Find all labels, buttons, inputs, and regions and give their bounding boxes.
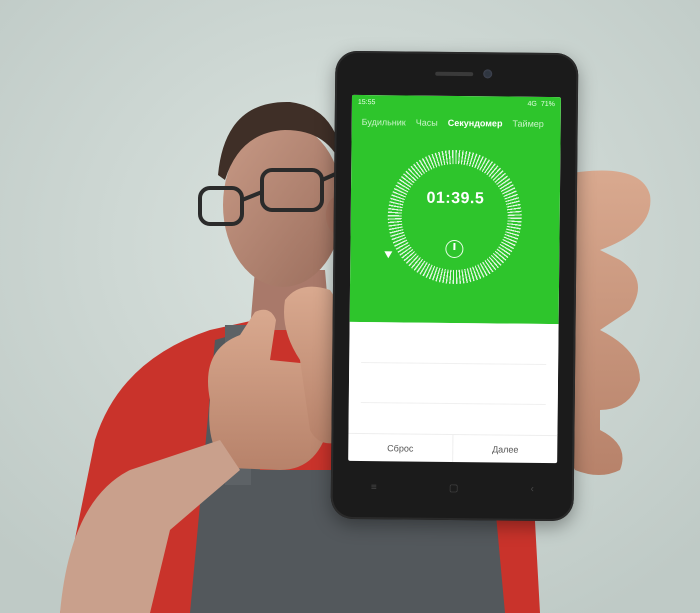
tab-timer[interactable]: Таймер xyxy=(512,119,543,129)
reset-button[interactable]: Сброс xyxy=(348,434,452,463)
sub-dial-icon xyxy=(445,239,464,259)
menu-icon[interactable]: ≡ xyxy=(371,482,377,493)
smartphone: 15:55 4G 71% Будильник Часы Секундомер Т… xyxy=(330,50,579,522)
battery-label: 71% xyxy=(540,100,555,108)
stopwatch-panel: 15:55 4G 71% Будильник Часы Секундомер Т… xyxy=(349,94,561,325)
elapsed-time: 01:39.5 xyxy=(426,189,485,208)
earpiece-speaker xyxy=(435,71,474,77)
laps-list xyxy=(348,321,559,435)
position-marker-icon xyxy=(384,251,393,259)
tab-clock[interactable]: Часы xyxy=(416,118,438,128)
navigation-bar: ≡ ▢ ‹ xyxy=(371,479,534,497)
front-camera xyxy=(483,69,493,79)
network-label: 4G xyxy=(527,100,537,108)
status-bar: 15:55 4G 71% xyxy=(352,95,561,111)
clock-tabs: Будильник Часы Секундомер Таймер xyxy=(352,113,561,133)
stopwatch-dial xyxy=(387,149,523,285)
status-time: 15:55 xyxy=(357,98,376,106)
next-button[interactable]: Далее xyxy=(452,434,558,464)
phone-screen: 15:55 4G 71% Будильник Часы Секундомер Т… xyxy=(348,94,561,464)
tab-alarm[interactable]: Будильник xyxy=(362,117,406,127)
stopwatch-controls: Сброс Далее xyxy=(348,432,558,464)
back-icon[interactable]: ‹ xyxy=(530,483,533,494)
home-icon[interactable]: ▢ xyxy=(449,482,459,493)
tab-stopwatch[interactable]: Секундомер xyxy=(448,118,503,129)
